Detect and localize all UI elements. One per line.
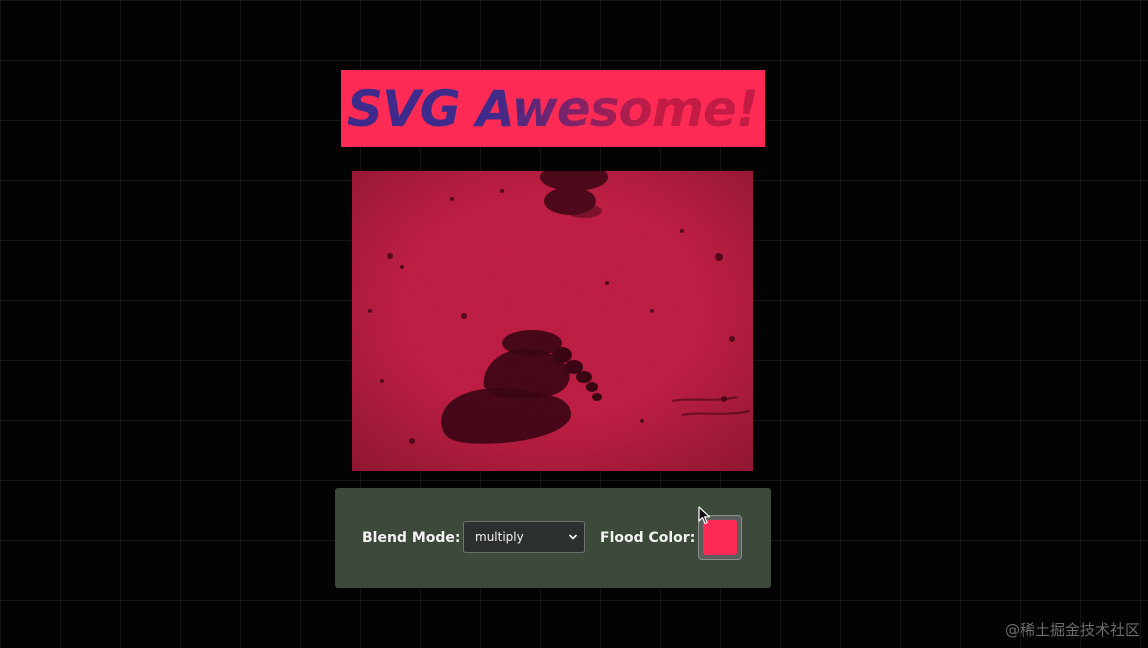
- title-svg: SVG Awesome!: [347, 80, 759, 138]
- title-banner: SVG Awesome!: [341, 70, 765, 147]
- flood-color-swatch: [703, 520, 737, 555]
- canvas-stage: SVG Awesome! Blend Mode: multiply Flood …: [0, 0, 1148, 648]
- watermark-text: @稀土掘金技术社区: [1004, 621, 1140, 639]
- chevron-down-icon: [568, 534, 578, 540]
- blended-photo: [352, 171, 753, 471]
- footprints-image: [352, 171, 753, 471]
- blend-mode-label: Blend Mode:: [362, 530, 461, 546]
- controls-panel: Blend Mode: multiply Flood Color:: [335, 488, 771, 588]
- flood-color-picker[interactable]: [698, 515, 742, 560]
- blend-mode-value: multiply: [475, 530, 524, 544]
- blend-mode-select[interactable]: multiply: [463, 521, 585, 553]
- flood-color-label: Flood Color:: [600, 530, 696, 546]
- title-heading: SVG Awesome!: [347, 80, 758, 138]
